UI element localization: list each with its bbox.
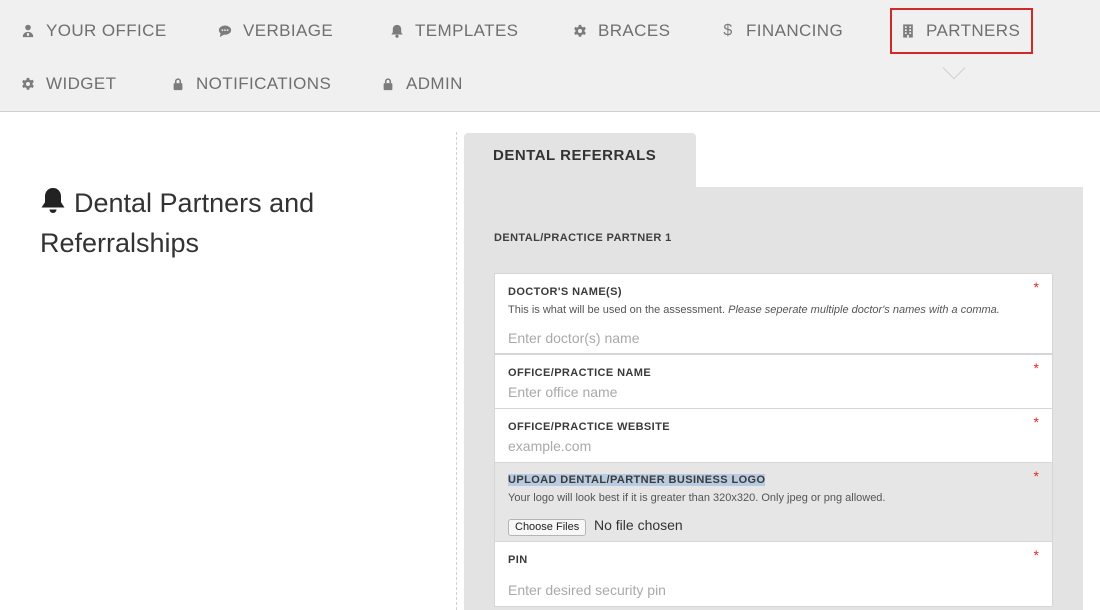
doctor-name-label: DOCTOR'S NAME(S) [508,286,622,298]
pin-field: PIN * [494,541,1053,607]
column-divider [456,132,457,610]
nav-item-label: WIDGET [46,74,117,93]
nav-item-label: YOUR OFFICE [46,21,167,40]
gear-icon [20,76,36,92]
nav-item-widget[interactable]: WIDGET [20,72,116,96]
nav-item-your-office[interactable]: YOUR OFFICE [20,19,167,43]
nav-item-financing[interactable]: $ FINANCING [720,19,843,43]
nav-item-label: TEMPLATES [415,21,519,40]
nav-item-braces[interactable]: BRACES [572,19,670,43]
gear-icon [572,23,588,39]
bell-icon [389,23,405,39]
dollar-icon: $ [723,22,733,39]
nav-item-partners[interactable]: PARTNERS [890,8,1034,54]
top-navigation: YOUR OFFICE VERBIAGE TEMPLATES BRACES $ … [0,0,1100,112]
section-label: DENTAL/PRACTICE PARTNER 1 [494,232,672,244]
doctor-name-field: DOCTOR'S NAME(S) * This is what will be … [494,273,1053,354]
nav-item-templates[interactable]: TEMPLATES [389,19,518,43]
office-website-input[interactable] [508,437,1028,455]
page-title-text: Dental Partners and Referralships [40,188,315,258]
nav-item-label: VERBIAGE [243,21,334,40]
required-asterisk: * [1033,414,1039,430]
page-title: Dental Partners and Referralships [40,183,400,263]
pin-input[interactable] [508,581,1028,599]
required-asterisk: * [1033,360,1039,376]
nav-item-admin[interactable]: ADMIN [380,72,463,96]
nav-item-verbiage[interactable]: VERBIAGE [217,19,333,43]
lock-icon [170,76,186,92]
logo-upload-label: UPLOAD DENTAL/PARTNER BUSINESS LOGO [508,474,766,486]
lock-icon [380,76,396,92]
nav-item-notifications[interactable]: NOTIFICATIONS [170,72,331,96]
user-doctor-icon [20,23,36,39]
office-name-input[interactable] [508,383,1028,401]
choose-files-button[interactable]: Choose Files [508,519,587,536]
office-name-field: OFFICE/PRACTICE NAME * [494,354,1053,409]
required-asterisk: * [1033,468,1039,484]
logo-upload-description: Your logo will look best if it is greate… [508,492,886,504]
description-text: This is what will be used on the assessm… [508,304,726,316]
required-asterisk: * [1033,547,1039,563]
nav-item-label: PARTNERS [926,21,1021,40]
nav-item-label: NOTIFICATIONS [196,74,332,93]
required-asterisk: * [1033,279,1039,295]
nav-item-label: BRACES [598,21,671,40]
building-icon [900,23,916,39]
doctor-name-input[interactable] [508,329,1028,347]
bell-icon [40,186,66,214]
office-website-label: OFFICE/PRACTICE WEBSITE [508,421,670,433]
tab-label: DENTAL REFERRALS [493,147,657,164]
tab-dental-referrals[interactable]: DENTAL REFERRALS [464,133,696,189]
doctor-name-description: This is what will be used on the assessm… [508,304,1000,316]
description-italic-text: Please seperate multiple doctor's names … [728,304,1000,316]
office-name-label: OFFICE/PRACTICE NAME [508,367,652,379]
nav-item-label: FINANCING [746,21,844,40]
nav-item-label: ADMIN [406,74,463,93]
speech-bubble-icon [217,23,233,39]
active-nav-caret [942,56,966,80]
office-website-field: OFFICE/PRACTICE WEBSITE * [494,408,1053,463]
logo-upload-field: UPLOAD DENTAL/PARTNER BUSINESS LOGO * Yo… [494,462,1053,542]
file-status-text: No file chosen [594,517,683,533]
pin-label: PIN [508,554,528,566]
